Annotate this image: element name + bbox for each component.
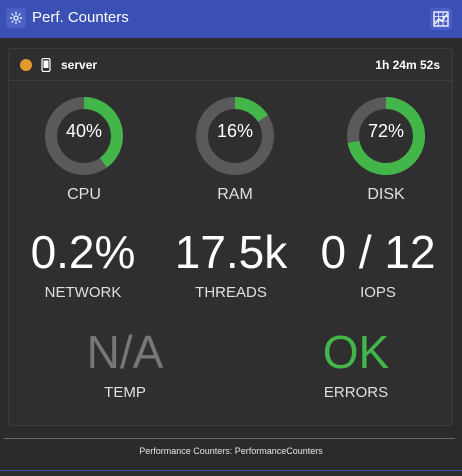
footer-divider (4, 438, 455, 439)
metric-label: TEMP (104, 384, 146, 401)
errors-metric: OK ERRORS (281, 328, 431, 401)
gauge-percent: 72% (367, 121, 405, 141)
metric-label: ERRORS (323, 384, 389, 401)
status-indicator (20, 59, 32, 71)
threads-metric: 17.5k THREADS (156, 228, 306, 301)
gauge-percent: 40% (65, 121, 103, 141)
panel-header: server 1h 24m 52s (9, 49, 452, 81)
metric-value: 17.5k (174, 226, 288, 278)
title-bar: Perf. Counters (0, 0, 462, 38)
iops-metric: 0 / 12 IOPS (303, 228, 453, 301)
disk-gauge: 72% DISK (344, 94, 428, 204)
cpu-gauge: 40% CPU (42, 94, 126, 204)
metric-label: NETWORK (44, 284, 122, 301)
ram-gauge: 16% RAM (193, 94, 277, 204)
metric-value: N/A (86, 326, 164, 378)
metric-value: OK (322, 326, 390, 378)
gear-icon[interactable] (6, 8, 26, 28)
gauge-label: CPU (67, 186, 101, 203)
network-metric: 0.2% NETWORK (8, 228, 158, 301)
server-name: server (61, 58, 98, 72)
metric-value: 0.2% (30, 226, 136, 278)
window-bottom-edge (0, 470, 462, 476)
gauge-label: RAM (217, 186, 253, 203)
window-title: Perf. Counters (32, 9, 129, 26)
phone-icon (41, 58, 51, 72)
metric-label: THREADS (195, 284, 267, 301)
gauge-label: DISK (367, 186, 405, 203)
metric-label: IOPS (360, 284, 396, 301)
uptime-text: 1h 24m 52s (375, 58, 440, 72)
gauge-percent: 16% (216, 121, 254, 141)
temp-metric: N/A TEMP (50, 328, 200, 401)
chart-grid-icon[interactable] (430, 8, 452, 30)
footer-text: Performance Counters: PerformanceCounter… (139, 446, 323, 456)
metric-value: 0 / 12 (320, 226, 436, 278)
